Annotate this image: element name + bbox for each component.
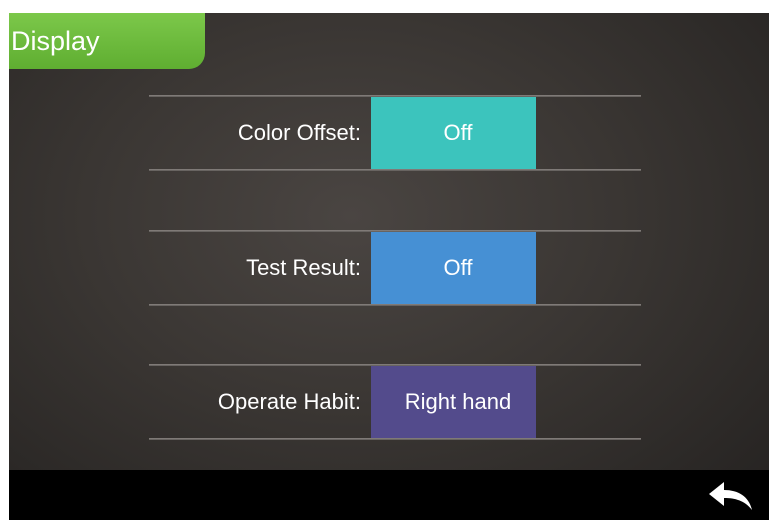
operate-habit-button[interactable]: Right hand bbox=[371, 366, 536, 438]
color-offset-button[interactable]: Off bbox=[371, 97, 536, 169]
operate-habit-label: Operate Habit: bbox=[217, 389, 361, 414]
divider bbox=[149, 438, 641, 440]
color-offset-label: Color Offset: bbox=[237, 120, 361, 145]
page-title: Display bbox=[9, 13, 205, 69]
bottom-bar bbox=[9, 470, 769, 520]
divider bbox=[149, 169, 641, 171]
test-result-row: Test Result: Off bbox=[149, 230, 641, 306]
test-result-button[interactable]: Off bbox=[371, 232, 536, 304]
display-settings-screen: Display Color Offset: Off Test Result: O… bbox=[9, 13, 769, 520]
test-result-label: Test Result: bbox=[246, 255, 361, 280]
back-button[interactable] bbox=[707, 481, 753, 511]
divider bbox=[149, 304, 641, 306]
back-arrow-icon bbox=[709, 482, 752, 510]
operate-habit-row: Operate Habit: Right hand bbox=[149, 364, 641, 440]
color-offset-row: Color Offset: Off bbox=[149, 95, 641, 171]
